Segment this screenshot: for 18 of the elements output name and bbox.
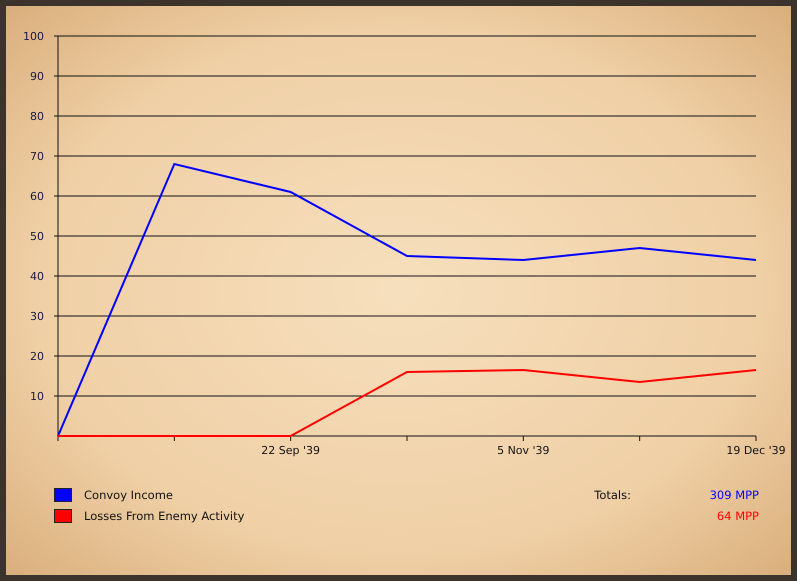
y-tick-label: 60 (30, 190, 44, 203)
y-tick-label: 20 (30, 350, 44, 363)
y-tick-label: 50 (30, 230, 44, 243)
legend-label: Convoy Income (84, 488, 174, 502)
y-tick-label: 70 (30, 150, 44, 163)
totals-label: Totals: (594, 488, 631, 502)
total-value: 309 MPP (708, 488, 759, 502)
y-tick-label: 40 (30, 270, 44, 283)
y-tick-label: 90 (30, 70, 44, 83)
x-tick-label: 19 Dec '39 (726, 444, 786, 457)
total-value: 64 MPP (716, 509, 759, 523)
y-tick-label: 100 (23, 30, 44, 43)
x-tick-label: 22 Sep '39 (261, 444, 320, 457)
y-tick-label: 30 (30, 310, 44, 323)
y-tick-label: 10 (30, 390, 44, 403)
x-tick-label: 5 Nov '39 (497, 444, 550, 457)
legend-label: Losses From Enemy Activity (84, 509, 246, 523)
y-tick-label: 80 (30, 110, 44, 123)
